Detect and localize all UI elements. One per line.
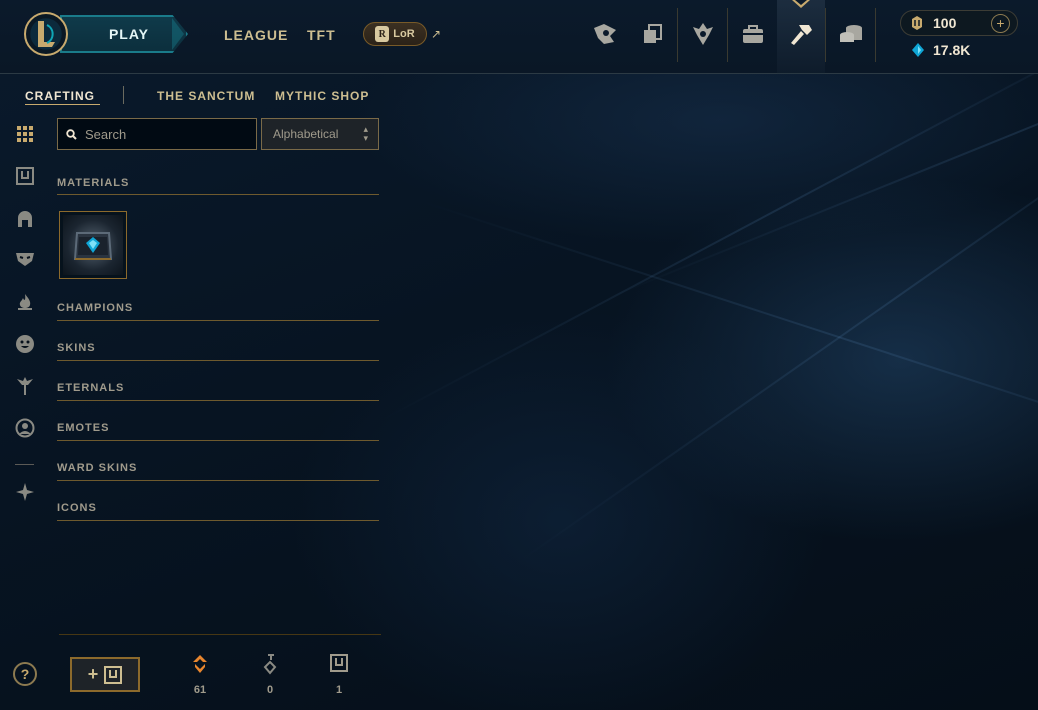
currency-coins-icon[interactable] <box>837 18 865 50</box>
category-divider <box>57 440 379 441</box>
ranked-icon[interactable] <box>689 18 717 50</box>
nav-league[interactable]: LEAGUE <box>224 27 288 43</box>
orange-essence-icon <box>185 654 215 679</box>
mask-icon[interactable] <box>14 248 36 270</box>
helmet-icon[interactable] <box>14 208 36 230</box>
tab-mythic-shop[interactable]: MYTHIC SHOP <box>275 89 369 103</box>
add-label: + <box>87 664 99 684</box>
lor-label: LoR <box>393 28 415 40</box>
key-fragment-count: 0 <box>266 684 274 696</box>
profile-icon[interactable] <box>591 18 619 50</box>
rp-balance: 100 <box>933 15 957 31</box>
category-champions[interactable]: CHAMPIONS <box>57 302 133 314</box>
play-arrow-accent <box>172 18 184 50</box>
category-ward-skins[interactable]: WARD SKINS <box>57 462 137 474</box>
play-button[interactable]: PLAY <box>60 15 188 53</box>
chevron-updown-icon: ▴ ▾ <box>363 124 368 143</box>
rail-separator <box>15 464 34 465</box>
category-divider <box>57 194 379 195</box>
grid-icon[interactable] <box>14 123 36 145</box>
lor-button[interactable]: R LoR <box>363 22 427 46</box>
category-eternals[interactable]: ETERNALS <box>57 382 124 394</box>
bottom-divider <box>59 634 381 635</box>
orange-essence-count: 61 <box>193 684 207 696</box>
top-divider <box>875 8 876 62</box>
profile-circle-icon[interactable] <box>14 417 36 439</box>
search-input[interactable] <box>85 126 245 142</box>
nav-tft[interactable]: TFT <box>307 27 336 43</box>
play-label: PLAY <box>108 26 150 42</box>
lor-badge-icon: R <box>375 26 390 42</box>
flame-icon[interactable] <box>14 291 36 313</box>
category-icons[interactable]: ICONS <box>57 502 97 514</box>
ward-icon[interactable] <box>14 375 36 397</box>
tab-the-sanctum[interactable]: THE SANCTUM <box>157 89 255 103</box>
top-divider <box>825 8 826 62</box>
search-icon <box>66 128 77 140</box>
chest-icon[interactable] <box>14 165 36 187</box>
sort-dropdown[interactable]: Alphabetical ▴ ▾ <box>261 118 379 150</box>
category-skins[interactable]: SKINS <box>57 342 96 354</box>
search-box[interactable] <box>57 118 257 150</box>
chest-counter-icon <box>324 654 354 679</box>
category-emotes[interactable]: EMOTES <box>57 422 109 434</box>
be-balance: 17.8K <box>933 42 971 58</box>
key-fragment-icon <box>255 654 285 681</box>
store-bag-icon[interactable] <box>739 18 767 50</box>
hextech-chest-icon <box>63 215 123 275</box>
category-divider <box>57 480 379 481</box>
background <box>0 0 1038 710</box>
help-button[interactable]: ? <box>13 662 37 686</box>
tab-separator <box>123 86 124 104</box>
blue-essence-icon <box>912 43 924 57</box>
tab-crafting[interactable]: CRAFTING <box>25 89 95 103</box>
riot-points-icon <box>912 16 922 30</box>
loot-icon[interactable] <box>787 18 815 50</box>
external-link-icon: ↗ <box>431 27 442 41</box>
active-tab-underline <box>25 104 100 105</box>
chest-add-icon <box>104 665 123 684</box>
top-divider <box>727 8 728 62</box>
category-divider <box>57 360 379 361</box>
category-divider <box>57 400 379 401</box>
top-divider <box>677 8 678 62</box>
collection-icon[interactable] <box>639 18 667 50</box>
category-divider <box>57 520 379 521</box>
misc-icon[interactable] <box>14 481 36 503</box>
category-materials[interactable]: MATERIALS <box>57 177 129 189</box>
sort-selected: Alphabetical <box>273 127 339 141</box>
category-divider <box>57 320 379 321</box>
buy-rp-button[interactable]: + <box>991 14 1010 33</box>
add-chest-button[interactable]: + <box>70 657 140 692</box>
loot-item-chest[interactable] <box>59 211 127 279</box>
emote-icon[interactable] <box>14 333 36 355</box>
league-logo-icon[interactable] <box>24 12 68 56</box>
chest-count: 1 <box>335 684 343 696</box>
